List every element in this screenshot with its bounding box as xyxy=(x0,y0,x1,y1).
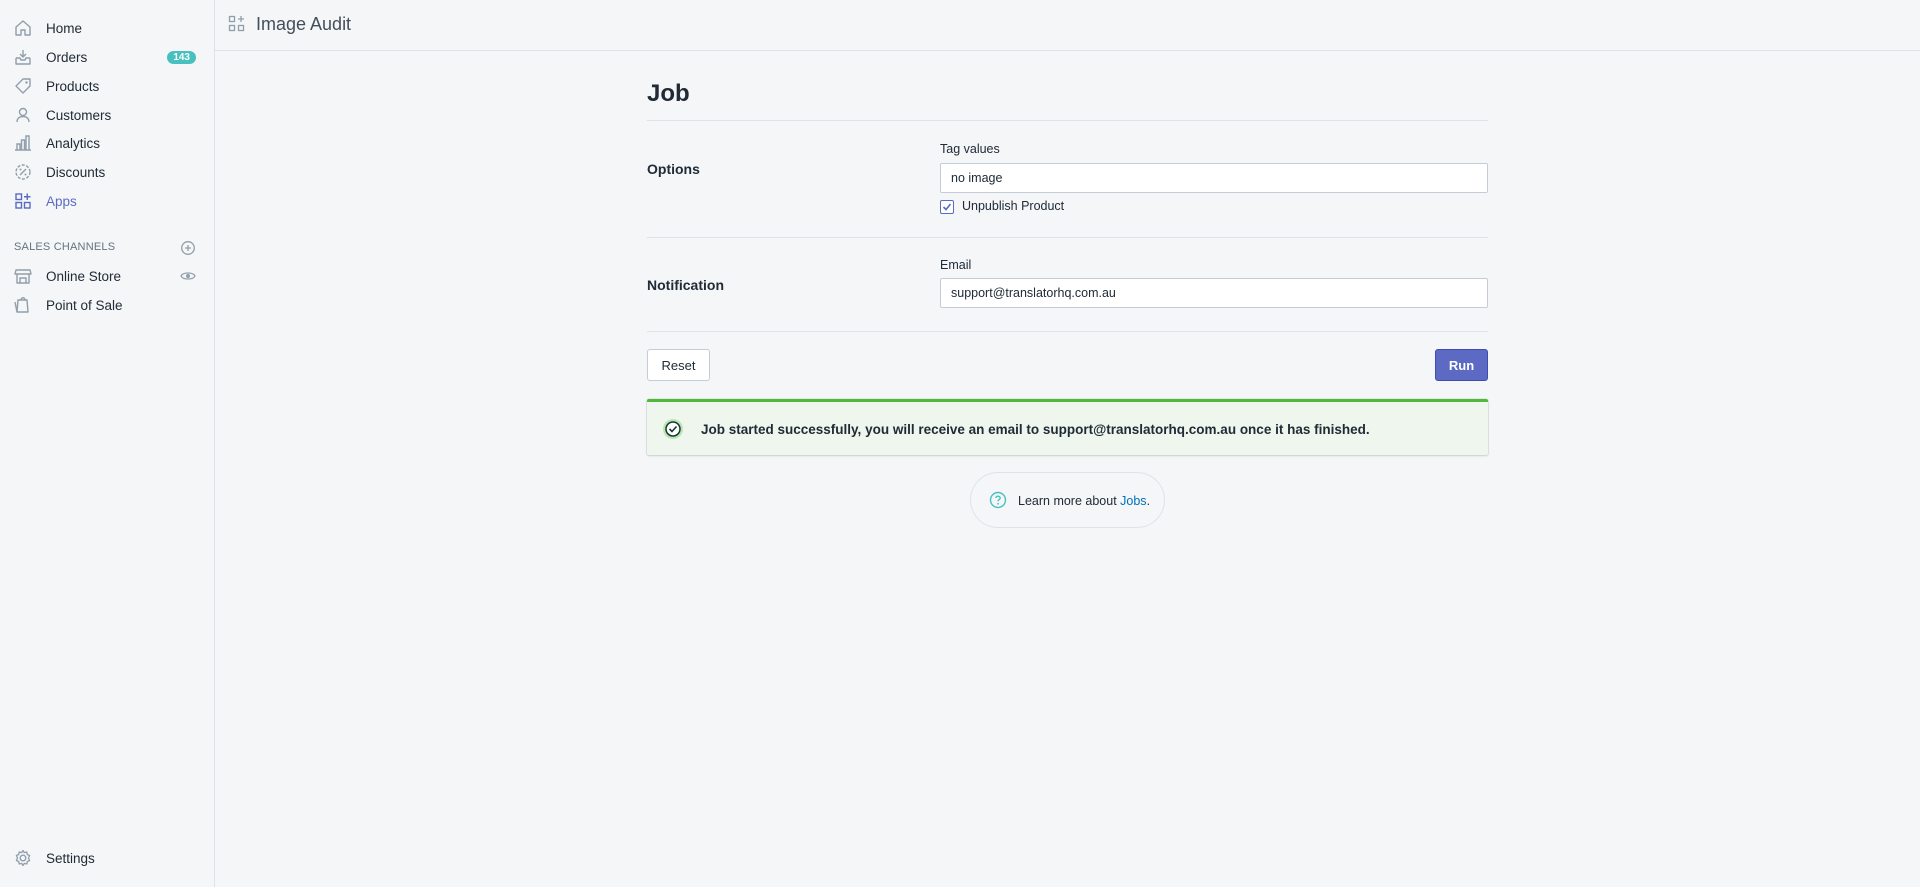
sidebar-item-label: Products xyxy=(46,78,100,94)
person-icon xyxy=(16,107,30,123)
sidebar-item-label: Settings xyxy=(46,850,95,866)
reset-button[interactable]: Reset xyxy=(647,349,710,381)
pos-icon xyxy=(14,297,29,313)
sidebar-item-customers[interactable]: Customers xyxy=(0,101,214,129)
help-footer: Learn more about Jobs. xyxy=(970,472,1165,528)
orders-count-badge: 143 xyxy=(167,51,196,64)
sidebar-item-point-of-sale[interactable]: Point of Sale xyxy=(0,291,214,319)
email-label: Email xyxy=(940,258,972,272)
apps-icon xyxy=(228,15,245,32)
sidebar-item-apps[interactable]: Apps xyxy=(0,187,214,215)
success-banner: Job started successfully, you will recei… xyxy=(647,399,1488,455)
gear-icon xyxy=(15,849,31,867)
tag-icon xyxy=(15,78,31,94)
sidebar-item-settings[interactable]: Settings xyxy=(0,844,214,872)
sidebar-item-label: Analytics xyxy=(46,135,101,151)
notification-section-label: Notification xyxy=(647,277,724,293)
sidebar-item-label: Orders xyxy=(46,49,88,65)
top-bar: Image Audit xyxy=(215,0,1920,51)
sidebar-item-home[interactable]: Home xyxy=(0,14,214,42)
tag-values-input[interactable] xyxy=(940,163,1488,193)
sidebar-item-label: Customers xyxy=(46,107,112,123)
discount-icon xyxy=(15,164,31,180)
divider xyxy=(647,120,1488,121)
sidebar-item-discounts[interactable]: Discounts xyxy=(0,158,214,186)
sidebar-item-orders[interactable]: Orders 143 xyxy=(0,43,214,71)
orders-icon xyxy=(15,50,31,65)
store-icon xyxy=(14,269,32,284)
jobs-link[interactable]: Jobs xyxy=(1120,494,1146,508)
email-input[interactable] xyxy=(940,278,1488,308)
divider xyxy=(647,237,1488,238)
help-prefix: Learn more about xyxy=(1018,494,1121,508)
question-circle-icon xyxy=(989,491,1007,509)
tag-values-label: Tag values xyxy=(940,142,1000,156)
options-section-label: Options xyxy=(647,161,700,177)
apps-icon xyxy=(15,193,31,209)
app-title: Image Audit xyxy=(256,14,352,34)
sidebar-item-products[interactable]: Products xyxy=(0,72,214,100)
unpublish-product-checkbox[interactable] xyxy=(940,200,954,214)
unpublish-product-label[interactable]: Unpublish Product xyxy=(962,199,1064,213)
add-channel-icon[interactable] xyxy=(180,240,196,256)
sidebar-item-label: Point of Sale xyxy=(46,297,123,313)
sidebar-item-label: Apps xyxy=(46,193,77,209)
sidebar-item-label: Home xyxy=(46,20,83,36)
sidebar-item-label: Online Store xyxy=(46,268,122,284)
help-suffix: . xyxy=(1146,494,1151,508)
sidebar: Home Orders 143 Products Customers Analy… xyxy=(0,0,215,887)
home-icon xyxy=(15,20,31,36)
eye-icon[interactable] xyxy=(180,268,196,284)
sidebar-item-analytics[interactable]: Analytics xyxy=(0,129,214,157)
checkmark-icon xyxy=(942,203,952,211)
sales-channels-heading: SALES CHANNELS xyxy=(14,241,116,253)
success-message: Job started successfully, you will recei… xyxy=(701,422,1370,437)
sidebar-item-online-store[interactable]: Online Store xyxy=(0,262,214,290)
bar-chart-icon xyxy=(15,135,31,151)
divider xyxy=(647,331,1488,332)
sidebar-item-label: Discounts xyxy=(46,164,106,180)
check-circle-icon xyxy=(663,419,683,439)
help-text: Learn more about Jobs. xyxy=(1018,494,1150,508)
page-title: Job xyxy=(647,80,690,107)
run-button[interactable]: Run xyxy=(1435,349,1488,381)
